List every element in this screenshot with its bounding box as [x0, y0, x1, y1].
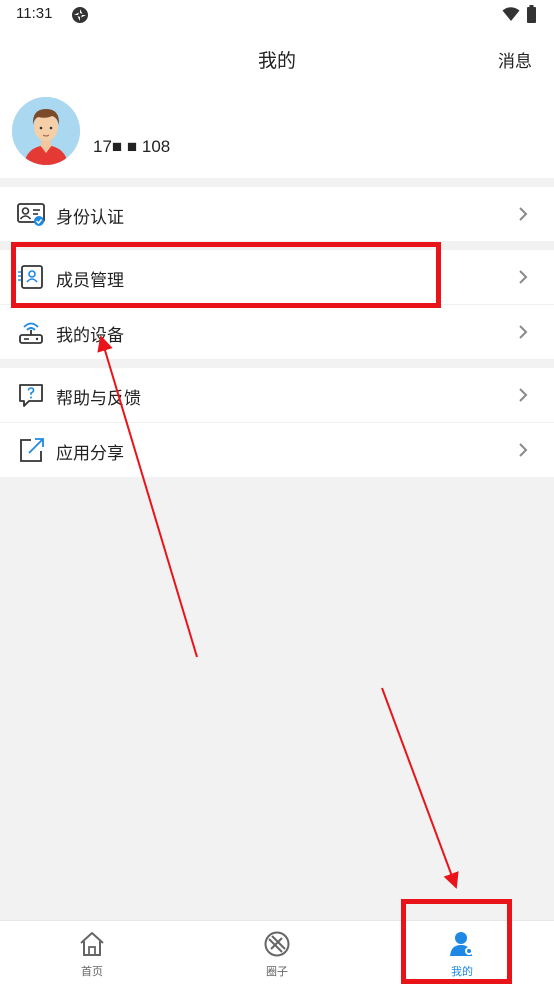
- chevron-right-icon: [519, 443, 528, 457]
- member-card-icon: [18, 265, 43, 289]
- profile-section[interactable]: 17■ ■ 108: [0, 86, 554, 178]
- menu-item-identity[interactable]: 身份认证: [0, 187, 554, 241]
- battery-icon: [527, 5, 536, 23]
- menu-item-help-feedback[interactable]: 帮助与反馈: [0, 368, 554, 423]
- avatar[interactable]: [12, 97, 80, 165]
- id-card-icon: [17, 203, 45, 226]
- menu-item-app-share[interactable]: 应用分享: [0, 423, 554, 477]
- tab-label: 我的: [451, 965, 473, 978]
- menu-item-label: 帮助与反馈: [56, 389, 141, 409]
- chevron-right-icon: [519, 388, 528, 402]
- circle-icon: [264, 931, 290, 957]
- status-bar: 11:31: [0, 0, 554, 30]
- router-icon: [19, 322, 43, 344]
- chevron-right-icon: [519, 325, 528, 339]
- menu-group-account: 身份认证: [0, 187, 554, 241]
- arrow-to-mine-tab: [381, 687, 459, 889]
- wifi-icon: [502, 7, 520, 21]
- tab-label: 圈子: [266, 965, 288, 978]
- menu-group-support: 帮助与反馈 应用分享: [0, 368, 554, 477]
- status-time: 11:31: [16, 5, 53, 22]
- avatar-illustration: [12, 97, 80, 165]
- menu-item-label: 我的设备: [56, 326, 124, 346]
- home-icon: [80, 932, 104, 956]
- menu-item-label: 应用分享: [56, 444, 124, 464]
- share-icon: [20, 438, 44, 462]
- messages-button[interactable]: 消息: [498, 47, 532, 72]
- chevron-right-icon: [519, 207, 528, 221]
- menu-item-label: 身份认证: [56, 208, 124, 228]
- tab-circle[interactable]: 圈子: [185, 921, 369, 987]
- menu-item-label: 成员管理: [56, 271, 124, 291]
- tab-label: 首页: [81, 965, 103, 978]
- tab-mine[interactable]: 我的: [370, 921, 554, 987]
- user-icon: [450, 932, 473, 956]
- menu-item-my-devices[interactable]: 我的设备: [0, 305, 554, 359]
- phone-number: 17■ ■ 108: [93, 137, 171, 156]
- header: 我的 消息: [0, 30, 554, 86]
- page-title: 我的: [257, 50, 296, 72]
- help-chat-icon: [19, 384, 43, 407]
- menu-group-members: 成员管理 我的设备: [0, 250, 554, 359]
- bottom-tab-bar: 首页 圈子 我的: [0, 920, 554, 987]
- app-notification-icon: [72, 7, 88, 23]
- chevron-right-icon: [519, 270, 528, 284]
- menu-item-member-management[interactable]: 成员管理: [0, 250, 554, 305]
- tab-home[interactable]: 首页: [0, 921, 184, 987]
